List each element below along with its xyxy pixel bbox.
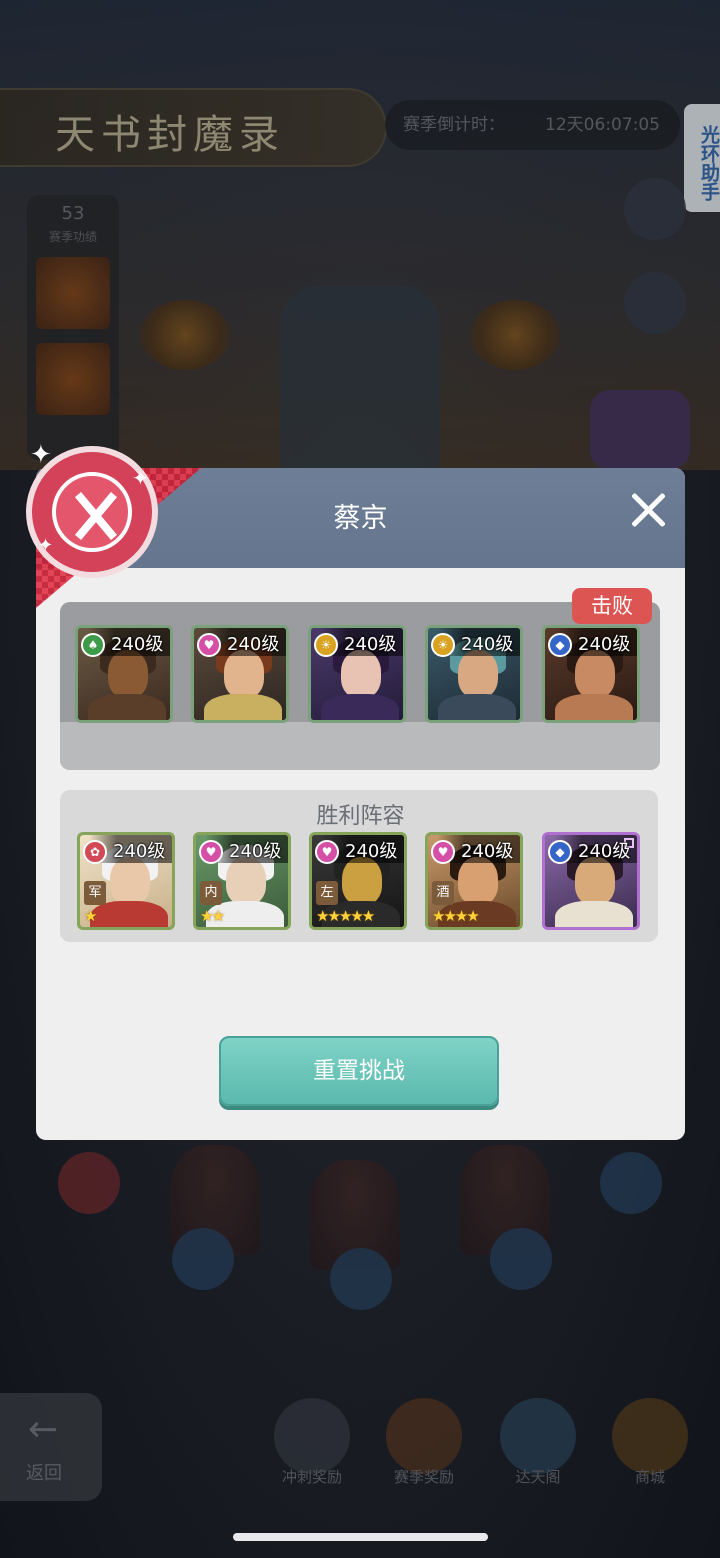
star-rating: ★ [84,907,98,925]
hero-level: 240级 [111,634,164,655]
defeated-badge: 击败 [572,588,652,624]
boss-info-dialog: 蔡京 击败 ♠ 240级 ♥ 240级 ☀ 240级 ☀ 240级 ◆ 240级… [36,468,685,1140]
emblem-inner [52,472,132,552]
enemy-hero-card[interactable]: ◆ 240级 [542,625,640,723]
heart-gem-icon: ♥ [431,840,455,864]
sparkle-icon: ✦ [132,466,149,490]
hero-level: 240级 [461,634,514,655]
hero-level: 240级 [345,841,398,862]
hero-tag: 左 [316,881,338,905]
sparkle-icon: ✦ [38,535,54,556]
hero-level: 240级 [461,841,514,862]
heart-gem-icon: ♥ [315,840,339,864]
victory-hero-card[interactable]: ◆ 240级 [542,832,640,930]
reset-challenge-button[interactable]: 重置挑战 [219,1036,499,1106]
flower-icon: ✿ [83,840,107,864]
enemy-panel-strip [60,722,660,770]
victory-team-title: 胜利阵容 [316,804,405,829]
close-button[interactable] [626,488,670,532]
heart-gem-icon: ♥ [197,633,221,657]
victory-hero-card[interactable]: ♥ 240级 酒 ★★★★ [425,832,523,930]
sun-icon: ☀ [314,633,338,657]
spade-icon: ♠ [81,633,105,657]
star-rating: ★★ [200,907,225,925]
hero-tag: 酒 [432,881,454,905]
hero-level: 240级 [578,634,631,655]
enemy-hero-card[interactable]: ♥ 240级 [191,625,289,723]
diamond-icon: ◆ [548,633,572,657]
hero-level: 240级 [113,841,166,862]
enemy-hero-card[interactable]: ♠ 240级 [75,625,173,723]
hero-level: 240级 [344,634,397,655]
victory-hero-card[interactable]: ✿ 240级 军 ★ [77,832,175,930]
enemy-hero-card[interactable]: ☀ 240级 [308,625,406,723]
heart-gem-icon: ♥ [199,840,223,864]
hero-level: 240级 [578,841,631,862]
victory-hero-card[interactable]: ♥ 240级 左 ★★★★★ [309,832,407,930]
hero-tag: 内 [200,881,222,905]
hero-level: 240级 [227,634,280,655]
hero-tag: 军 [84,881,106,905]
enemy-hero-card[interactable]: ☀ 240级 [425,625,523,723]
sparkle-icon: ✦ [30,440,52,470]
star-rating: ★★★★★ [316,907,375,925]
diamond-icon: ◆ [548,840,572,864]
home-indicator[interactable] [233,1533,488,1541]
hero-level: 240级 [229,841,282,862]
victory-hero-card[interactable]: ♥ 240级 内 ★★ [193,832,291,930]
sun-icon: ☀ [431,633,455,657]
star-rating: ★★★★ [432,907,480,925]
